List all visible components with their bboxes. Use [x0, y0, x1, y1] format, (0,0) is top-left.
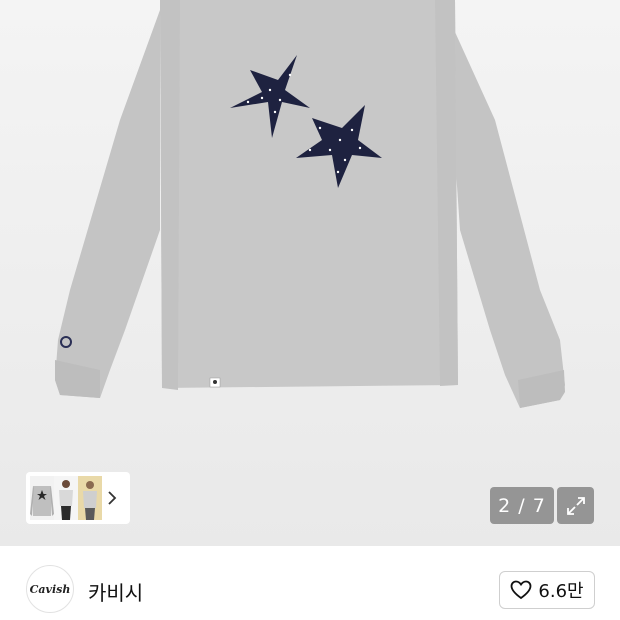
- chevron-right-icon[interactable]: [102, 476, 122, 520]
- image-counter: 2 / 7: [490, 487, 554, 524]
- shop-name[interactable]: 카비시: [88, 577, 143, 606]
- thumbnail-gray-shirt[interactable]: [30, 476, 54, 520]
- expand-button[interactable]: [557, 487, 594, 524]
- like-count: 6.6만: [538, 581, 584, 602]
- product-image-viewer[interactable]: 2 / 7: [0, 0, 620, 546]
- heart-outline-icon: [511, 580, 532, 600]
- shop-logo[interactable]: Cavish: [26, 565, 74, 613]
- like-button[interactable]: 6.6만: [499, 571, 595, 609]
- product-image: [55, 0, 565, 408]
- shop-logo-text: Cavish: [29, 582, 71, 596]
- expand-icon: [566, 496, 585, 515]
- thumbnail-strip[interactable]: [26, 472, 130, 524]
- thumbnail-model-2[interactable]: [78, 476, 102, 520]
- thumbnail-model[interactable]: [54, 476, 78, 520]
